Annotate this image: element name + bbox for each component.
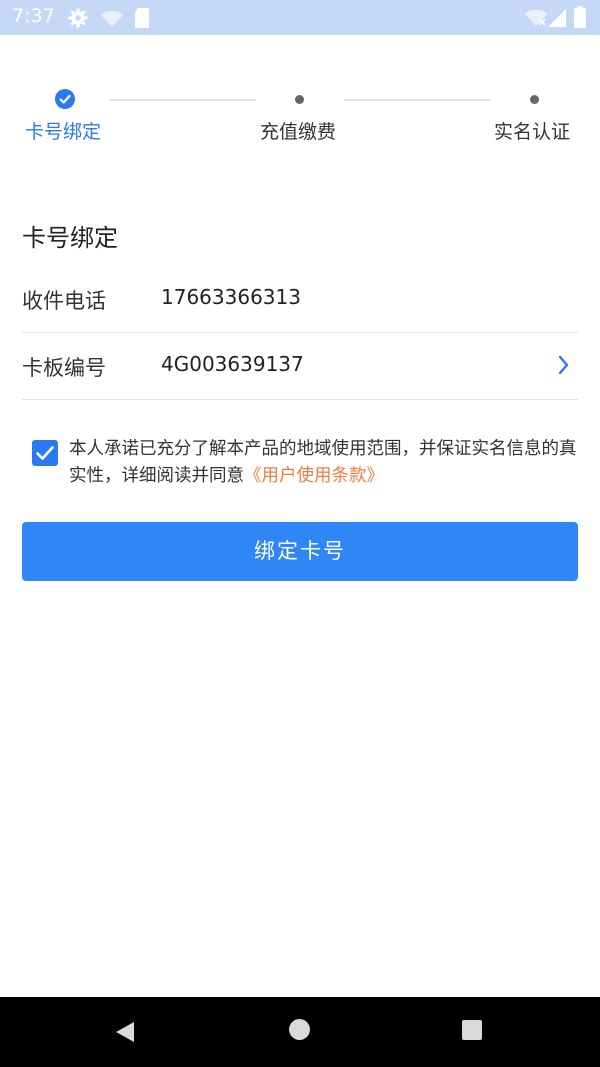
- step-complete-check-icon: [55, 89, 75, 109]
- svg-text:?: ?: [115, 20, 120, 28]
- terms-link[interactable]: 《用户使用条款》: [244, 466, 384, 486]
- status-time: 7:37: [12, 5, 55, 27]
- back-icon[interactable]: [115, 1021, 135, 1043]
- step-pending-dot-icon: [530, 95, 539, 104]
- card-number-row[interactable]: 卡板编号 4G003639137: [22, 333, 578, 400]
- wifi-question-icon: ?: [101, 10, 123, 28]
- navigation-bar: [0, 997, 600, 1067]
- chevron-right-icon: [558, 355, 569, 375]
- progress-stepper: 卡号绑定 充值缴费 实名认证: [0, 80, 600, 160]
- home-icon[interactable]: [289, 1019, 310, 1040]
- step-pending-dot-icon: [295, 95, 304, 104]
- agreement-text: 本人承诺已充分了解本产品的地域使用范围，并保证实名信息的真实性，详细阅读并同意《…: [69, 436, 581, 490]
- step-label-recharge: 充值缴费: [260, 121, 337, 143]
- card-number-label: 卡板编号: [22, 356, 106, 380]
- status-bar: 7:37 ?: [0, 0, 600, 35]
- battery-icon: [574, 6, 586, 28]
- phone-row: 收件电话 17663366313: [22, 266, 578, 333]
- signal-icon: [548, 9, 566, 27]
- wifi-off-icon: [525, 10, 547, 26]
- step-connector: [344, 99, 490, 101]
- recent-apps-icon[interactable]: [462, 1020, 482, 1040]
- step-label-card-binding: 卡号绑定: [25, 121, 102, 143]
- bind-card-button[interactable]: 绑定卡号: [22, 522, 578, 581]
- section-title: 卡号绑定: [22, 224, 118, 252]
- phone-label: 收件电话: [22, 289, 106, 313]
- card-number-value: 4G003639137: [161, 352, 304, 376]
- check-icon: [36, 446, 54, 460]
- phone-value: 17663366313: [161, 285, 301, 309]
- sd-card-icon: [135, 8, 149, 28]
- step-label-real-name: 实名认证: [494, 121, 571, 143]
- step-connector: [110, 99, 256, 101]
- agreement-checkbox[interactable]: [32, 440, 58, 466]
- gear-icon: [68, 8, 88, 28]
